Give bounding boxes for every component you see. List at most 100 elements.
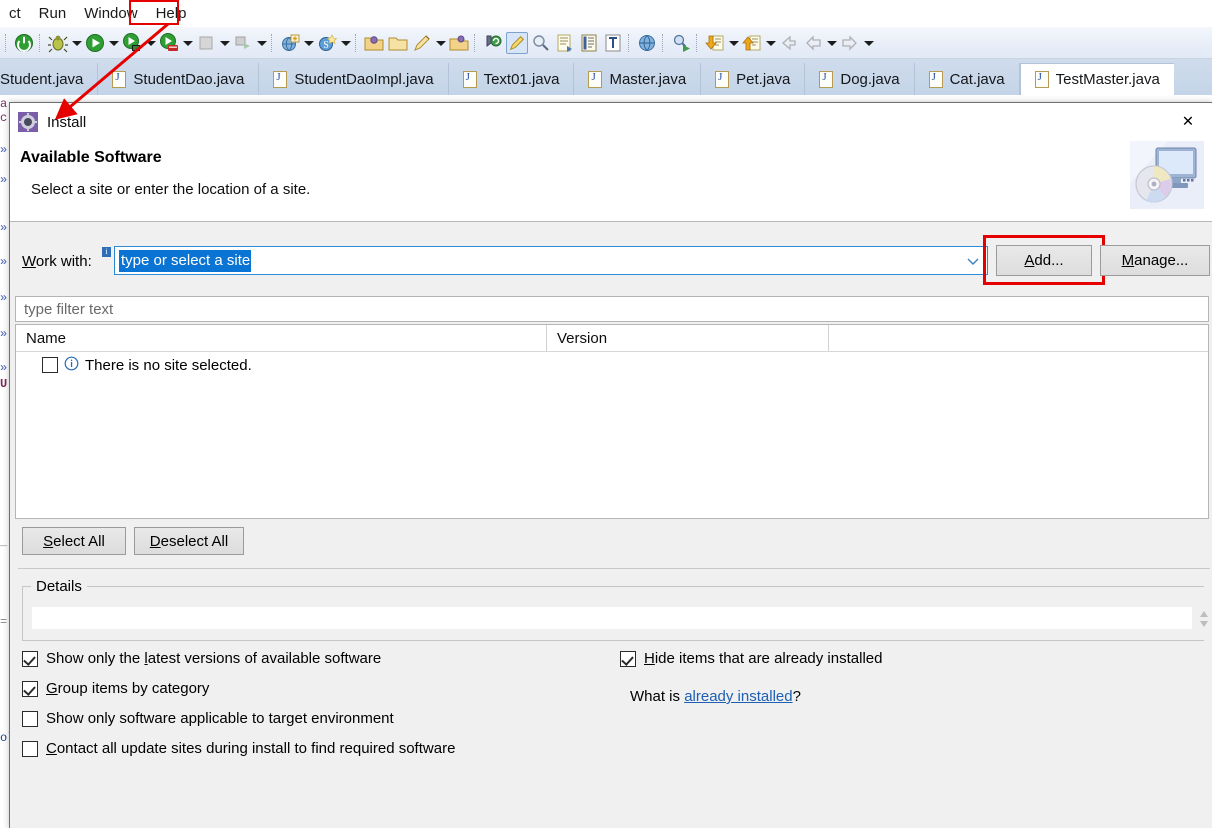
run-dropdown-arrow[interactable] xyxy=(107,32,120,54)
page-title: Available Software xyxy=(20,149,162,166)
table-row-name: There is no site selected. xyxy=(85,356,252,374)
new-package-icon[interactable]: S xyxy=(316,32,338,54)
open-folder-icon[interactable] xyxy=(387,32,409,54)
stop-square-icon xyxy=(195,32,217,54)
available-software-table[interactable]: Name Version There is no site selected. xyxy=(15,324,1209,519)
checkbox-box[interactable] xyxy=(22,740,38,757)
what-is-suffix: ? xyxy=(792,688,801,705)
add-button-label: Add... xyxy=(1024,252,1064,269)
menu-item-run[interactable]: Run xyxy=(30,0,76,27)
dialog-title: Install xyxy=(47,113,87,131)
editor-tab-dog[interactable]: Dog.java xyxy=(805,63,915,95)
java-file-icon xyxy=(112,70,127,88)
checkbox-box[interactable] xyxy=(620,650,636,667)
previous-annotation-up-icon[interactable] xyxy=(741,32,763,54)
search-file-icon[interactable] xyxy=(670,32,692,54)
run-play-icon[interactable] xyxy=(84,32,106,54)
open-folder-purple-icon[interactable] xyxy=(363,32,385,54)
new-project-dropdown-arrow[interactable] xyxy=(302,32,315,54)
forward-dropdown-arrow[interactable] xyxy=(862,32,875,54)
checkbox-box[interactable] xyxy=(22,710,38,727)
show-applicable-software-checkbox[interactable]: Show only software applicable to target … xyxy=(22,710,394,727)
open-web-browser-icon[interactable] xyxy=(636,32,658,54)
pencil-edit-icon[interactable] xyxy=(411,32,433,54)
previous-annotation-icon[interactable] xyxy=(554,32,576,54)
dialog-body: Work with: i type or select a site Add..… xyxy=(10,222,1212,828)
new-java-project-icon[interactable] xyxy=(279,32,301,54)
back-to-history-icon xyxy=(778,32,800,54)
new-package-dropdown-arrow[interactable] xyxy=(339,32,352,54)
next-annotation-dropdown-arrow[interactable] xyxy=(727,32,740,54)
run-last-dropdown-arrow[interactable] xyxy=(255,32,268,54)
editor-tab-text01[interactable]: Text01.java xyxy=(449,63,575,95)
checkbox-box[interactable] xyxy=(22,680,38,697)
close-icon[interactable]: ✕ xyxy=(1170,107,1206,137)
details-text-field[interactable] xyxy=(32,607,1192,629)
show-latest-versions-checkbox[interactable]: Show only the latest versions of availab… xyxy=(22,650,381,667)
row-checkbox[interactable] xyxy=(42,357,58,373)
terminate-power-icon[interactable] xyxy=(13,32,35,54)
add-button[interactable]: Add... xyxy=(996,245,1092,276)
menu-item-window[interactable]: Window xyxy=(75,0,146,27)
chevron-down-icon[interactable] xyxy=(965,253,981,269)
run-external-tools-icon[interactable] xyxy=(121,32,143,54)
show-outline-icon[interactable] xyxy=(578,32,600,54)
work-with-input-value[interactable]: type or select a site xyxy=(119,249,252,272)
details-scroll-spinner-icon[interactable] xyxy=(1197,606,1211,632)
open-type-icon[interactable] xyxy=(448,32,470,54)
run-server-icon[interactable] xyxy=(158,32,180,54)
already-installed-link[interactable]: already installed xyxy=(684,688,792,705)
edit-dropdown-arrow[interactable] xyxy=(434,32,447,54)
editor-tab-pet[interactable]: Pet.java xyxy=(701,63,806,95)
column-header-name[interactable]: Name xyxy=(16,325,546,351)
editor-tab-master[interactable]: Master.java xyxy=(574,63,702,95)
next-annotation-down-icon[interactable] xyxy=(704,32,726,54)
editor-tab-label: Pet.java xyxy=(736,70,791,88)
work-with-combobox[interactable]: type or select a site xyxy=(114,246,988,275)
java-file-icon xyxy=(273,70,288,88)
refresh-sync-icon[interactable] xyxy=(482,32,504,54)
server-dropdown-arrow[interactable] xyxy=(181,32,194,54)
toolbar-separator xyxy=(271,33,275,52)
checkbox-box[interactable] xyxy=(22,650,38,667)
svg-text:S: S xyxy=(323,40,329,51)
contact-update-sites-checkbox[interactable]: Contact all update sites during install … xyxy=(22,740,455,757)
back-dropdown-arrow[interactable] xyxy=(825,32,838,54)
java-file-icon xyxy=(588,70,603,88)
toggle-markers-icon[interactable] xyxy=(506,31,528,54)
external-tools-dropdown-arrow[interactable] xyxy=(144,32,157,54)
editor-tab-cat[interactable]: Cat.java xyxy=(915,63,1020,95)
option-label: Show only the latest versions of availab… xyxy=(46,650,382,667)
editor-tab-label: Text01.java xyxy=(483,70,560,88)
column-header-extra[interactable] xyxy=(828,325,1208,351)
toolbar-separator xyxy=(5,33,9,52)
install-dialog: Install ✕ Available Software Select a si… xyxy=(9,102,1212,828)
show-whitespace-icon[interactable] xyxy=(602,32,624,54)
manage-button[interactable]: Manage... xyxy=(1100,245,1210,276)
filter-input[interactable]: type filter text xyxy=(15,296,1209,322)
java-file-icon xyxy=(819,70,834,88)
stop-dropdown-arrow[interactable] xyxy=(218,32,231,54)
menu-item-project[interactable]: ct xyxy=(0,0,30,27)
hide-installed-checkbox[interactable]: Hide items that are already installed xyxy=(620,650,882,667)
computer-disc-graphic-icon xyxy=(1128,139,1206,211)
work-with-info-badge: i xyxy=(102,247,111,257)
table-row[interactable]: There is no site selected. xyxy=(16,352,1208,378)
editor-tab-testmaster[interactable]: TestMaster.java xyxy=(1019,63,1174,95)
menu-item-help[interactable]: Help xyxy=(147,0,196,27)
details-group: Details xyxy=(22,578,1208,641)
debug-bug-icon[interactable] xyxy=(47,32,69,54)
back-arrow-icon xyxy=(802,32,824,54)
search-magnifier-icon[interactable] xyxy=(530,32,552,54)
group-by-category-checkbox[interactable]: Group items by category xyxy=(22,680,209,697)
dialog-banner: Available Software Select a site or ente… xyxy=(10,139,1212,222)
previous-annotation-dropdown-arrow[interactable] xyxy=(764,32,777,54)
deselect-all-button[interactable]: Deselect All xyxy=(134,527,244,555)
debug-dropdown-arrow[interactable] xyxy=(70,32,83,54)
editor-tab-studentdao[interactable]: StudentDao.java xyxy=(98,63,260,95)
editor-tab-student[interactable]: Student.java xyxy=(0,63,99,95)
section-divider xyxy=(18,568,1210,569)
select-all-button[interactable]: Select All xyxy=(22,527,126,555)
column-header-version[interactable]: Version xyxy=(546,325,828,351)
editor-tab-studentdaoimpl[interactable]: StudentDaoImpl.java xyxy=(259,63,449,95)
